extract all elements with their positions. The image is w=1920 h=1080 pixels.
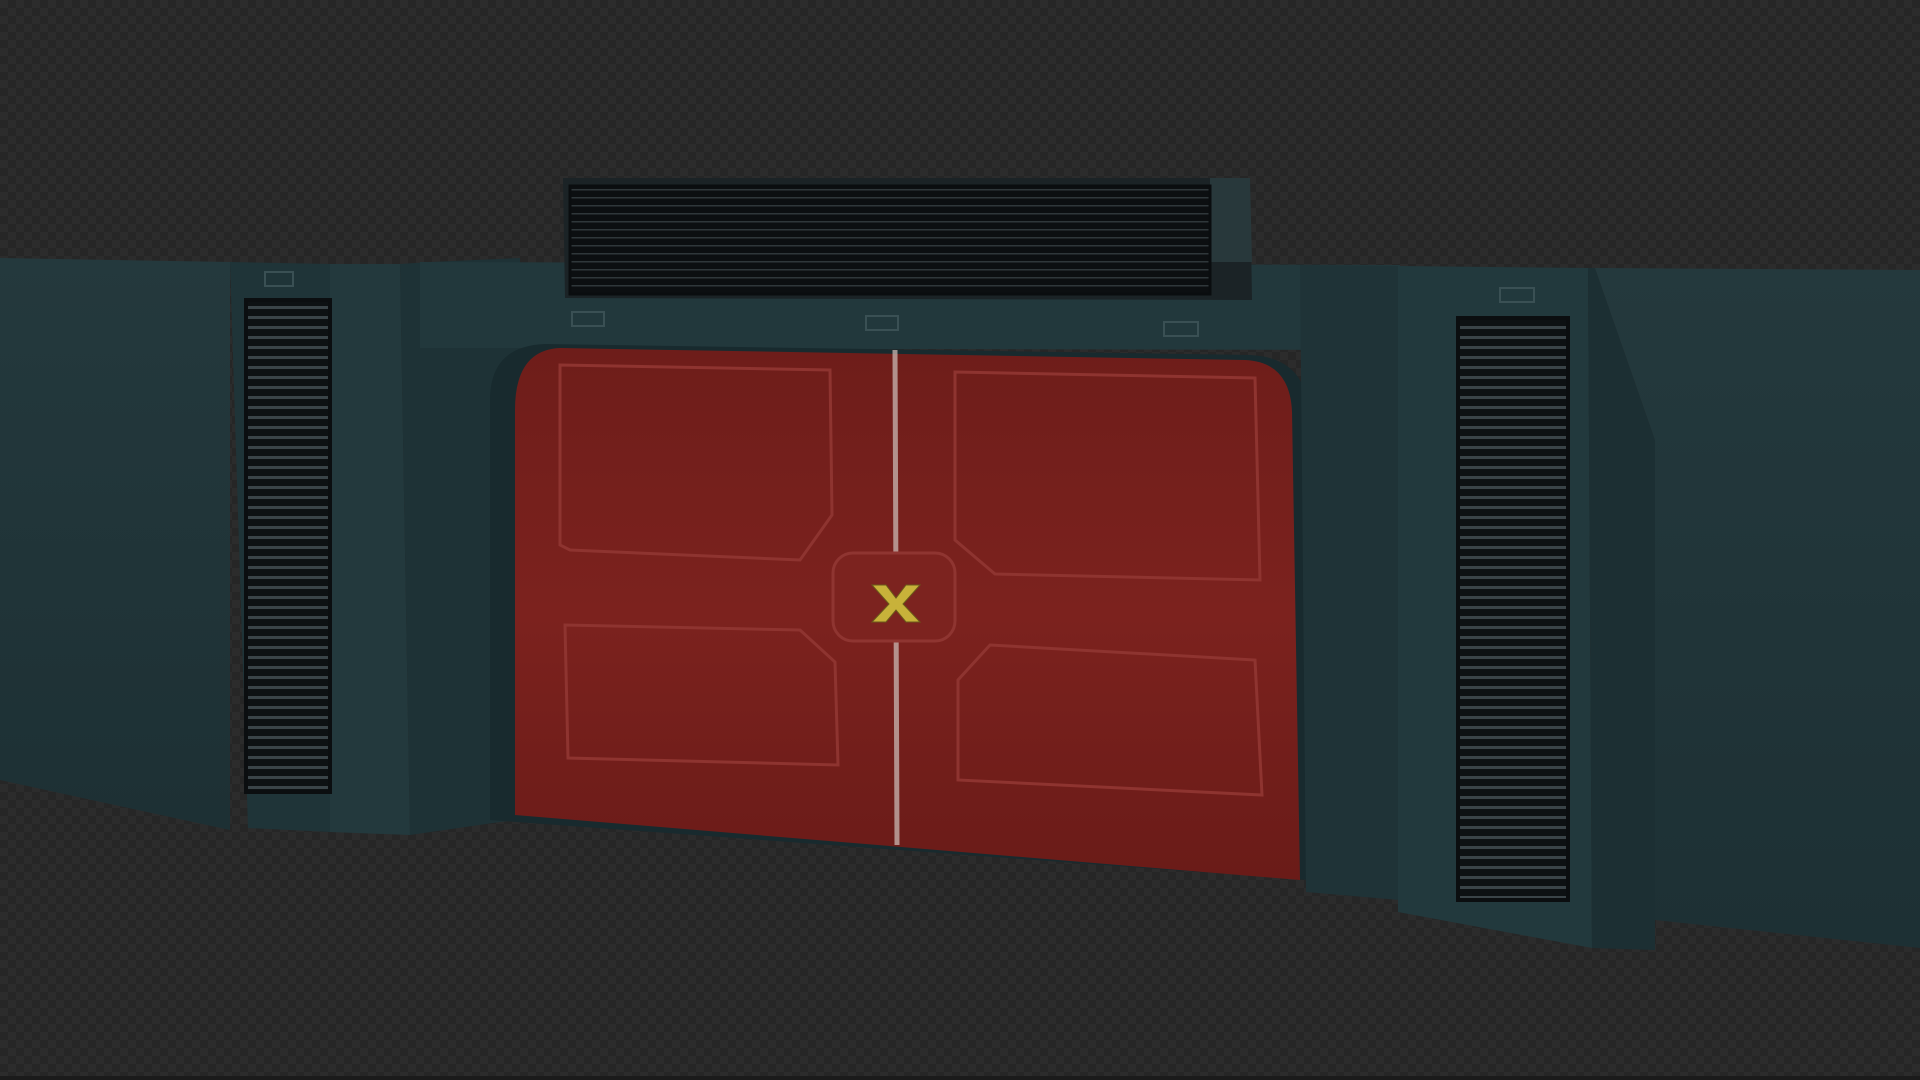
right-frame-pillar xyxy=(1300,265,1400,900)
3d-viewport[interactable] xyxy=(0,0,1920,1080)
left-wall-panel xyxy=(0,258,230,830)
left-vent-grille xyxy=(244,298,332,794)
scifi-wall-scene xyxy=(0,178,1920,950)
top-vent-grille xyxy=(568,184,1212,296)
right-vent-grille xyxy=(1456,316,1570,902)
viewport-bottom-bar xyxy=(0,1076,1920,1080)
